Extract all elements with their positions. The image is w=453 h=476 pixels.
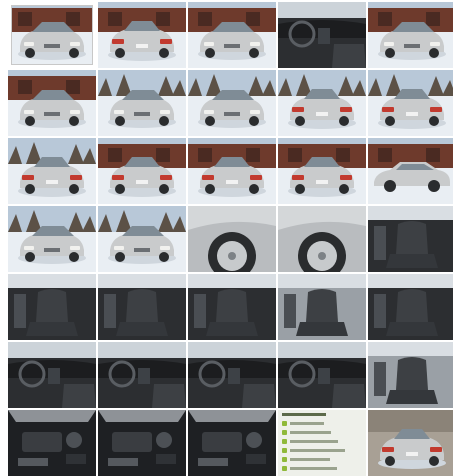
photo-image	[278, 2, 366, 68]
photo-thumbnail[interactable]	[8, 138, 96, 204]
photo-thumbnail[interactable]	[98, 206, 186, 272]
photo-thumbnail[interactable]	[8, 2, 96, 68]
photo-thumbnail[interactable]	[8, 410, 96, 476]
photo-image	[98, 410, 186, 476]
photo-thumbnail[interactable]	[188, 342, 276, 408]
photo-image	[98, 138, 186, 204]
photo-image	[8, 70, 96, 136]
photo-thumbnail[interactable]	[278, 274, 366, 340]
photo-image	[98, 2, 186, 68]
photo-image	[368, 274, 453, 340]
photo-image	[188, 2, 276, 68]
photo-thumbnail[interactable]	[278, 138, 366, 204]
photo-image	[278, 70, 366, 136]
photo-thumbnail[interactable]	[368, 342, 453, 408]
photo-image	[368, 70, 453, 136]
photo-thumbnail[interactable]	[98, 70, 186, 136]
photo-thumbnail[interactable]	[278, 2, 366, 68]
photo-image	[8, 206, 96, 272]
photo-thumbnail[interactable]	[278, 410, 366, 476]
photo-thumbnail[interactable]	[188, 274, 276, 340]
photo-image	[188, 206, 276, 272]
photo-image	[278, 138, 366, 204]
photo-image	[98, 70, 186, 136]
photo-image	[368, 2, 453, 68]
photo-thumbnail[interactable]	[98, 138, 186, 204]
photo-image	[278, 342, 366, 408]
photo-image	[8, 342, 96, 408]
photo-image	[98, 342, 186, 408]
photo-thumbnail[interactable]	[368, 70, 453, 136]
photo-thumbnail[interactable]	[368, 138, 453, 204]
check-bullet-icon	[282, 448, 287, 453]
check-bullet-icon	[282, 466, 287, 471]
check-bullet-icon	[282, 430, 287, 435]
photo-image	[368, 410, 453, 476]
photo-thumbnail[interactable]	[278, 342, 366, 408]
photo-image	[188, 70, 276, 136]
photo-image	[8, 410, 96, 476]
photo-image	[188, 342, 276, 408]
photo-thumbnail[interactable]	[278, 70, 366, 136]
photo-thumbnail[interactable]	[188, 410, 276, 476]
photo-image	[368, 206, 453, 272]
check-bullet-icon	[282, 421, 287, 426]
photo-thumbnail[interactable]	[188, 206, 276, 272]
note-line	[290, 458, 330, 461]
photo-thumbnail[interactable]	[278, 206, 366, 272]
photo-image	[188, 410, 276, 476]
photo-image	[98, 274, 186, 340]
photo-image	[188, 138, 276, 204]
photo-thumbnail[interactable]	[8, 274, 96, 340]
photo-image	[278, 206, 366, 272]
check-bullet-icon	[282, 439, 287, 444]
photo-gallery-grid	[8, 2, 453, 476]
photo-image	[368, 138, 453, 204]
note-line	[290, 440, 338, 443]
photo-thumbnail[interactable]	[98, 342, 186, 408]
check-bullet-icon	[282, 457, 287, 462]
note-line	[290, 431, 331, 434]
photo-thumbnail[interactable]	[188, 138, 276, 204]
photo-thumbnail[interactable]	[98, 410, 186, 476]
photo-thumbnail[interactable]	[368, 274, 453, 340]
photo-thumbnail[interactable]	[98, 274, 186, 340]
photo-thumbnail[interactable]	[368, 410, 453, 476]
note-line	[290, 422, 324, 425]
photo-thumbnail[interactable]	[188, 2, 276, 68]
photo-image	[368, 342, 453, 408]
photo-image	[98, 206, 186, 272]
note-line	[290, 449, 345, 452]
photo-thumbnail[interactable]	[188, 70, 276, 136]
photo-thumbnail[interactable]	[8, 206, 96, 272]
note-line	[290, 467, 337, 470]
photo-image	[8, 274, 96, 340]
photo-image	[8, 2, 96, 68]
photo-thumbnail[interactable]	[98, 2, 186, 68]
photo-image	[188, 274, 276, 340]
photo-thumbnail[interactable]	[8, 70, 96, 136]
photo-thumbnail[interactable]	[8, 342, 96, 408]
photo-image	[278, 274, 366, 340]
photo-image	[8, 138, 96, 204]
photo-thumbnail[interactable]	[368, 206, 453, 272]
note-header-bar	[282, 413, 326, 416]
equipment-list-image	[278, 410, 366, 476]
photo-thumbnail[interactable]	[368, 2, 453, 68]
